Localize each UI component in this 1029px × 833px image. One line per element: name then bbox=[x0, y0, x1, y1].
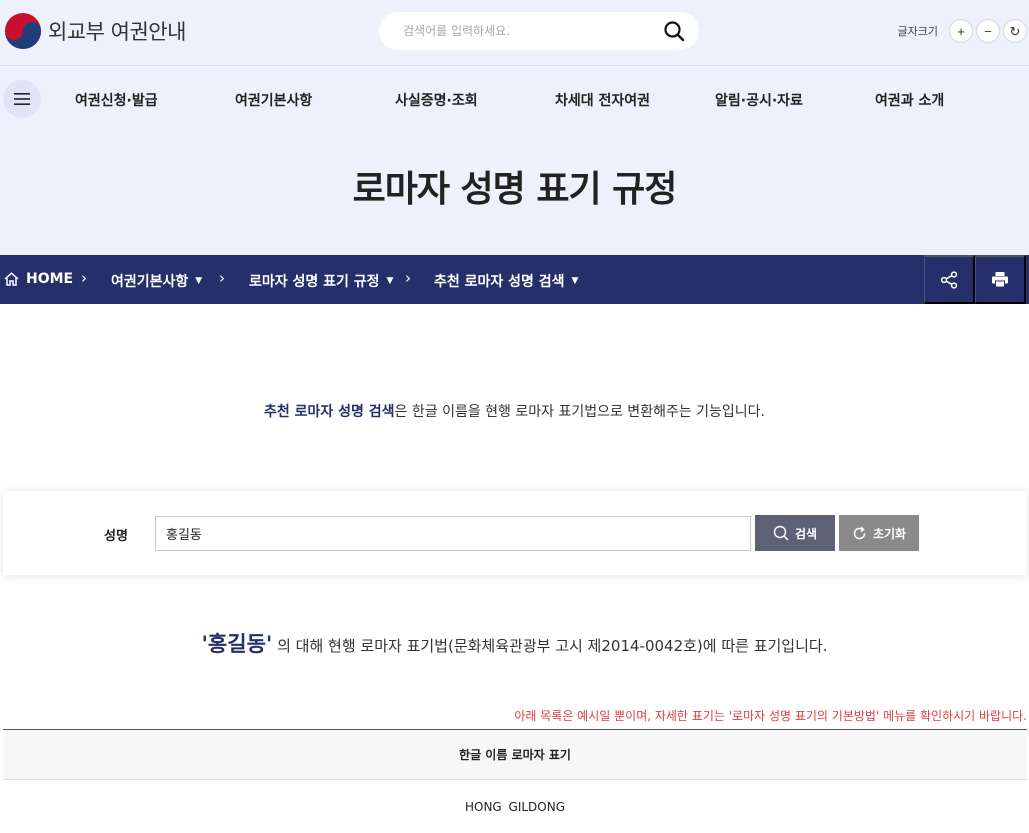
breadcrumb-item-passport-basics[interactable]: 여권기본사항 ▼ bbox=[111, 271, 202, 291]
search-icon bbox=[773, 525, 789, 541]
result-text: 의 대해 현행 로마자 표기법(문화체육관광부 고시 제2014-0042호)에… bbox=[272, 637, 828, 655]
share-icon bbox=[940, 270, 958, 289]
result-name: '홍길동' bbox=[201, 632, 273, 656]
result-description: '홍길동' 의 대해 현행 로마자 표기법(문화체육관광부 고시 제2014-0… bbox=[0, 628, 1029, 658]
nav-item-notices[interactable]: 알림·공시·자료 bbox=[715, 90, 803, 110]
print-icon bbox=[992, 272, 1008, 288]
breadcrumb-label: 여권기본사항 bbox=[111, 274, 189, 290]
breadcrumb-item-romanization-search[interactable]: 추천 로마자 성명 검색 ▼ bbox=[434, 271, 578, 291]
taegeuk-logo-icon bbox=[4, 12, 42, 50]
breadcrumb-label: 로마자 성명 표기 규정 bbox=[249, 274, 380, 290]
font-reset-button[interactable]: ↻ bbox=[1003, 19, 1027, 43]
search-button[interactable]: 검색 bbox=[755, 515, 835, 551]
intro-rest: 은 한글 이름을 현행 로마자 표기법으로 변환해주는 기능입니다. bbox=[394, 404, 766, 420]
hamburger-icon bbox=[14, 93, 30, 105]
notice-text: 아래 목록은 예시일 뿐이며, 자세한 표기는 '로마자 성명 표기의 기본방법… bbox=[514, 709, 1027, 723]
intro-text: 추천 로마자 성명 검색은 한글 이름을 현행 로마자 표기법으로 변환해주는 … bbox=[0, 401, 1029, 421]
name-field-label: 성명 bbox=[104, 529, 128, 544]
breadcrumb-home[interactable]: HOME bbox=[4, 271, 73, 287]
name-search-form: 성명 검색 초기화 bbox=[3, 491, 1027, 575]
name-field[interactable] bbox=[155, 516, 751, 551]
font-decrease-button[interactable]: − bbox=[976, 19, 1000, 43]
global-search-button[interactable] bbox=[663, 20, 685, 42]
chevron-right-icon: › bbox=[219, 269, 225, 287]
site-header: 외교부 여권안내 글자크기 + − ↻ bbox=[0, 0, 1029, 66]
nav-item-e-passport[interactable]: 차세대 전자여권 bbox=[555, 90, 650, 110]
breadcrumb: HOME › 여권기본사항 ▼ › 로마자 성명 표기 규정 ▼ › 추천 로마… bbox=[0, 255, 1029, 304]
nav-item-passport-apply[interactable]: 여권신청·발급 bbox=[75, 90, 158, 110]
logo-text: 외교부 여권안내 bbox=[48, 20, 186, 44]
all-menu-button[interactable] bbox=[3, 80, 41, 118]
refresh-icon bbox=[852, 526, 867, 541]
table-cell: HONG GILDONG bbox=[464, 799, 566, 814]
print-button[interactable] bbox=[975, 255, 1026, 304]
reset-button-label: 초기화 bbox=[872, 526, 907, 541]
caret-down-icon: ▼ bbox=[386, 276, 394, 286]
global-search bbox=[379, 12, 699, 50]
page-title: 로마자 성명 표기 규정 bbox=[352, 169, 678, 210]
chevron-right-icon: › bbox=[405, 269, 411, 287]
search-icon bbox=[664, 21, 685, 42]
table-row: HONG GILDONG bbox=[3, 780, 1027, 833]
main-nav: 여권신청·발급 여권기본사항 사실증명·조회 차세대 전자여권 알림·공시·자료… bbox=[0, 67, 1029, 131]
intro-highlight: 추천 로마자 성명 검색 bbox=[263, 404, 395, 420]
result-table: 한글 이름 로마자 표기 HONG GILDONG bbox=[3, 729, 1027, 833]
font-size-label: 글자크기 bbox=[897, 25, 938, 38]
search-button-label: 검색 bbox=[794, 526, 818, 541]
home-icon bbox=[4, 272, 19, 286]
table-header-row: 한글 이름 로마자 표기 bbox=[3, 729, 1027, 780]
site-logo[interactable]: 외교부 여권안내 bbox=[4, 12, 186, 50]
nav-item-passport-basics[interactable]: 여권기본사항 bbox=[235, 90, 312, 110]
chevron-right-icon: › bbox=[81, 269, 87, 287]
font-size-control: 글자크기 + − ↻ bbox=[898, 19, 1027, 43]
breadcrumb-home-label: HOME bbox=[26, 271, 74, 287]
nav-item-certification[interactable]: 사실증명·조회 bbox=[395, 90, 478, 110]
breadcrumb-item-romanization-rules[interactable]: 로마자 성명 표기 규정 ▼ bbox=[249, 271, 393, 291]
reset-button[interactable]: 초기화 bbox=[839, 515, 919, 551]
font-increase-button[interactable]: + bbox=[949, 19, 973, 43]
table-header-cell: 한글 이름 로마자 표기 bbox=[3, 729, 1027, 780]
nav-item-about[interactable]: 여권과 소개 bbox=[875, 90, 944, 110]
share-button[interactable] bbox=[924, 255, 975, 304]
global-search-input[interactable] bbox=[403, 21, 653, 41]
caret-down-icon: ▼ bbox=[195, 276, 203, 286]
caret-down-icon: ▼ bbox=[571, 276, 579, 286]
breadcrumb-label: 추천 로마자 성명 검색 bbox=[434, 274, 565, 290]
